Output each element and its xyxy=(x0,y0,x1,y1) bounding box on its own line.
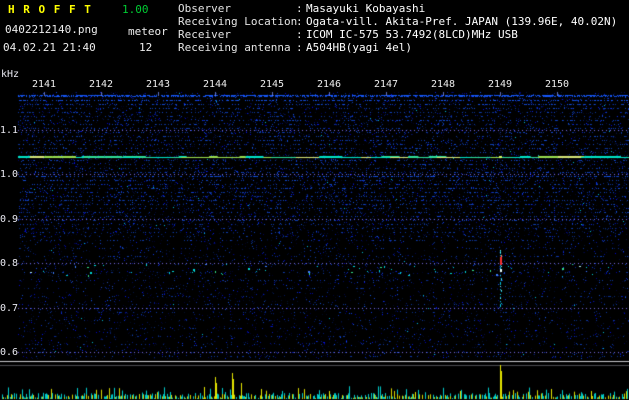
freq-tick: 1.1 xyxy=(0,125,19,136)
info-separator: : xyxy=(296,2,303,15)
freq-tick: 0.8 xyxy=(0,258,19,269)
time-tick: 2146 xyxy=(316,79,342,90)
freq-axis-unit: kHz xyxy=(1,69,20,80)
info-value: A504HB(yagi 4el) xyxy=(306,41,412,54)
time-tick: 2144 xyxy=(202,79,228,90)
info-row-antenna: Receiving antenna : A504HB(yagi 4el) xyxy=(178,41,617,54)
info-separator: : xyxy=(296,41,303,54)
info-value: ICOM IC-575 53.7492(8LCD)MHz USB xyxy=(306,28,518,41)
time-tick: 2143 xyxy=(145,79,171,90)
spectrogram-canvas xyxy=(0,0,629,400)
info-label: Receiving Location xyxy=(178,15,298,28)
mode-label: meteor xyxy=(128,25,168,38)
info-separator: : xyxy=(296,28,303,41)
freq-tick: 0.6 xyxy=(0,347,19,358)
info-row-observer: Observer : Masayuki Kobayashi xyxy=(178,2,617,15)
freq-tick: 0.9 xyxy=(0,214,19,225)
app-title: H R O F F T xyxy=(8,3,92,16)
app-version: 1.00 xyxy=(122,3,149,16)
time-tick: 2149 xyxy=(487,79,513,90)
station-info: Observer : Masayuki Kobayashi Receiving … xyxy=(178,2,617,54)
datetime-label: 04.02.21 21:40 xyxy=(3,41,96,54)
freq-tick: 1.0 xyxy=(0,169,19,180)
time-tick: 2150 xyxy=(544,79,570,90)
info-label: Observer xyxy=(178,2,231,15)
time-tick: 2141 xyxy=(31,79,57,90)
info-row-location: Receiving Location : Ogata-vill. Akita-P… xyxy=(178,15,617,28)
info-value: Ogata-vill. Akita-Pref. JAPAN (139.96E, … xyxy=(306,15,618,28)
freq-tick: 0.7 xyxy=(0,303,19,314)
info-separator: : xyxy=(296,15,303,28)
output-filename: 0402212140.png xyxy=(5,23,98,36)
info-label: Receiver xyxy=(178,28,231,41)
time-tick: 2148 xyxy=(430,79,456,90)
meteor-count: 12 xyxy=(139,41,153,54)
hrofft-screen: H R O F F T 1.00 0402212140.png meteor 0… xyxy=(0,0,629,400)
info-label: Receiving antenna xyxy=(178,41,291,54)
info-value: Masayuki Kobayashi xyxy=(306,2,426,15)
time-tick: 2145 xyxy=(259,79,285,90)
time-tick: 2142 xyxy=(88,79,114,90)
time-tick: 2147 xyxy=(373,79,399,90)
info-row-receiver: Receiver : ICOM IC-575 53.7492(8LCD)MHz … xyxy=(178,28,617,41)
